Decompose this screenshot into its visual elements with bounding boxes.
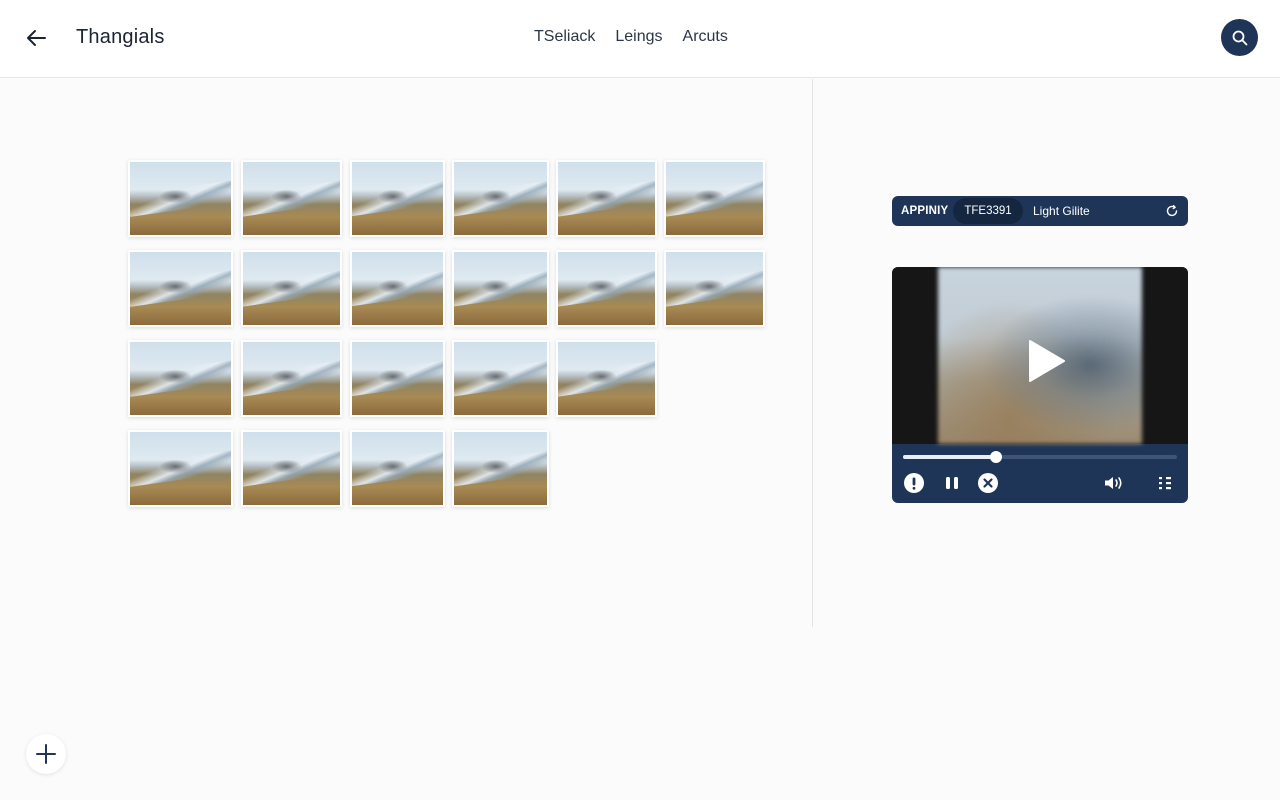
video-viewport[interactable] xyxy=(892,267,1188,444)
info-icon xyxy=(904,473,924,493)
thumbnail[interactable] xyxy=(128,160,233,237)
thumbnail[interactable] xyxy=(128,250,233,327)
add-button[interactable] xyxy=(26,734,66,774)
thumbnail[interactable] xyxy=(241,340,342,417)
thumbnail[interactable] xyxy=(350,340,445,417)
thumbnail[interactable] xyxy=(556,340,657,417)
video-player xyxy=(892,267,1188,503)
playlist-button[interactable] xyxy=(1154,472,1176,494)
thumbnail[interactable] xyxy=(664,250,765,327)
close-button[interactable] xyxy=(977,472,999,494)
progress-fill xyxy=(903,455,997,459)
thumbnail[interactable] xyxy=(452,160,549,237)
thumbnail[interactable] xyxy=(241,430,342,507)
thumbnail[interactable] xyxy=(556,160,657,237)
filter-pill-bar: APPINIY TFE3391 Light Gilite xyxy=(892,196,1188,226)
thumbnail[interactable] xyxy=(241,160,342,237)
arrow-left-icon xyxy=(27,30,46,46)
pill-segment-appiniy[interactable]: APPINIY xyxy=(892,196,953,226)
top-nav: TSeliack Leings Arcuts xyxy=(534,28,728,46)
close-icon xyxy=(978,473,998,493)
thumbnail[interactable] xyxy=(350,250,445,327)
pause-button[interactable] xyxy=(941,472,963,494)
search-button[interactable] xyxy=(1221,19,1258,56)
progress-handle[interactable] xyxy=(990,451,1003,463)
page-title: Thangials xyxy=(76,26,165,48)
nav-link-arcuts[interactable]: Arcuts xyxy=(683,28,728,46)
top-app-bar: Thangials TSeliack Leings Arcuts xyxy=(0,0,1280,78)
plus-icon xyxy=(36,744,56,764)
thumbnail[interactable] xyxy=(452,250,549,327)
thumbnail[interactable] xyxy=(128,340,233,417)
playlist-icon xyxy=(1159,477,1171,490)
thumbnail[interactable] xyxy=(128,430,233,507)
refresh-button[interactable] xyxy=(1164,203,1180,219)
thumbnail[interactable] xyxy=(452,430,549,507)
refresh-icon xyxy=(1166,204,1178,217)
thumbnail[interactable] xyxy=(350,160,445,237)
info-button[interactable] xyxy=(903,472,925,494)
play-icon[interactable] xyxy=(1028,339,1066,383)
volume-button[interactable] xyxy=(1102,472,1126,494)
pill-segment-tfe3391[interactable]: TFE3391 xyxy=(953,198,1023,224)
panel-divider xyxy=(812,79,813,627)
thumbnail[interactable] xyxy=(350,430,445,507)
thumbnail[interactable] xyxy=(241,250,342,327)
search-icon xyxy=(1232,30,1247,45)
back-button[interactable] xyxy=(20,23,52,53)
nav-link-leings[interactable]: Leings xyxy=(615,28,662,46)
progress-slider[interactable] xyxy=(903,451,1177,463)
thumbnail[interactable] xyxy=(556,250,657,327)
thumbnail[interactable] xyxy=(664,160,765,237)
pause-icon xyxy=(946,477,958,489)
thumbnail-grid xyxy=(0,79,812,800)
thumbnail[interactable] xyxy=(452,340,549,417)
pill-segment-light-gilite[interactable]: Light Gilite xyxy=(1023,196,1090,226)
nav-link-tseliack[interactable]: TSeliack xyxy=(534,28,595,46)
volume-icon xyxy=(1105,477,1122,489)
